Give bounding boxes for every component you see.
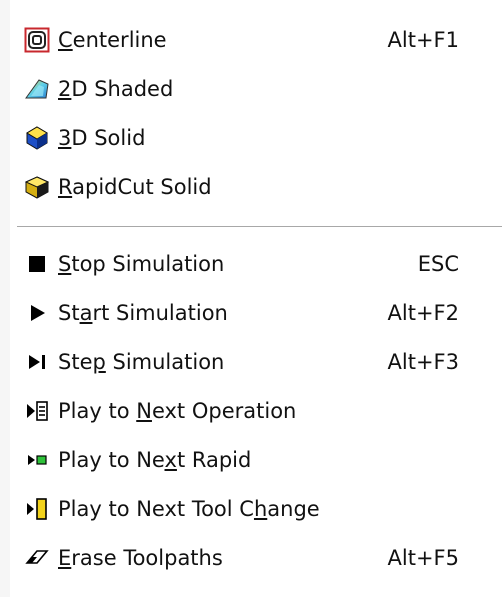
- play-icon: [22, 298, 52, 328]
- menu-item-label: Play to Next Operation: [58, 399, 297, 423]
- menu-item-shortcut: Alt+F3: [387, 350, 459, 374]
- rapidcut-solid-icon: [22, 172, 52, 202]
- menu-item-label: 3D Solid: [58, 126, 146, 150]
- menu-item-label: RapidCut Solid: [58, 175, 212, 199]
- menu-item-shortcut: ESC: [417, 252, 459, 276]
- menu-item-label: Erase Toolpaths: [58, 546, 223, 570]
- solid-3d-icon: [22, 123, 52, 153]
- menu-item-centerline[interactable]: Centerline Alt+F1: [22, 21, 482, 59]
- eraser-icon: [22, 543, 52, 573]
- menu-item-label: Stop Simulation: [58, 252, 225, 276]
- menu-item-step-simulation[interactable]: Step Simulation Alt+F3: [22, 343, 482, 381]
- menu-left-edge: [0, 0, 10, 597]
- context-menu: Centerline Alt+F1 2D Shaded 3D Solid Rap…: [0, 0, 502, 597]
- menu-item-shortcut: Alt+F5: [387, 546, 459, 570]
- menu-item-play-to-next-operation[interactable]: Play to Next Operation: [22, 392, 482, 430]
- menu-item-label: 2D Shaded: [58, 77, 174, 101]
- next-tool-change-icon: [22, 494, 52, 524]
- shaded-2d-icon: [22, 74, 52, 104]
- menu-item-label: Play to Next Tool Change: [58, 497, 320, 521]
- stop-icon: [22, 249, 52, 279]
- menu-item-3d-solid[interactable]: 3D Solid: [22, 119, 482, 157]
- next-operation-icon: [22, 396, 52, 426]
- menu-item-label: Step Simulation: [58, 350, 225, 374]
- menu-separator: [17, 226, 502, 227]
- menu-item-erase-toolpaths[interactable]: Erase Toolpaths Alt+F5: [22, 539, 482, 577]
- menu-item-2d-shaded[interactable]: 2D Shaded: [22, 70, 482, 108]
- menu-item-label: Play to Next Rapid: [58, 448, 252, 472]
- menu-item-start-simulation[interactable]: Start Simulation Alt+F2: [22, 294, 482, 332]
- menu-item-shortcut: Alt+F2: [387, 301, 459, 325]
- menu-item-shortcut: Alt+F1: [387, 28, 459, 52]
- menu-item-play-to-next-tool-change[interactable]: Play to Next Tool Change: [22, 490, 482, 528]
- menu-item-stop-simulation[interactable]: Stop Simulation ESC: [22, 245, 482, 283]
- menu-item-rapidcut-solid[interactable]: RapidCut Solid: [22, 168, 482, 206]
- centerline-icon: [22, 25, 52, 55]
- step-icon: [22, 347, 52, 377]
- menu-item-label: Centerline: [58, 28, 167, 52]
- menu-item-play-to-next-rapid[interactable]: Play to Next Rapid: [22, 441, 482, 479]
- next-rapid-icon: [22, 445, 52, 475]
- menu-item-label: Start Simulation: [58, 301, 228, 325]
